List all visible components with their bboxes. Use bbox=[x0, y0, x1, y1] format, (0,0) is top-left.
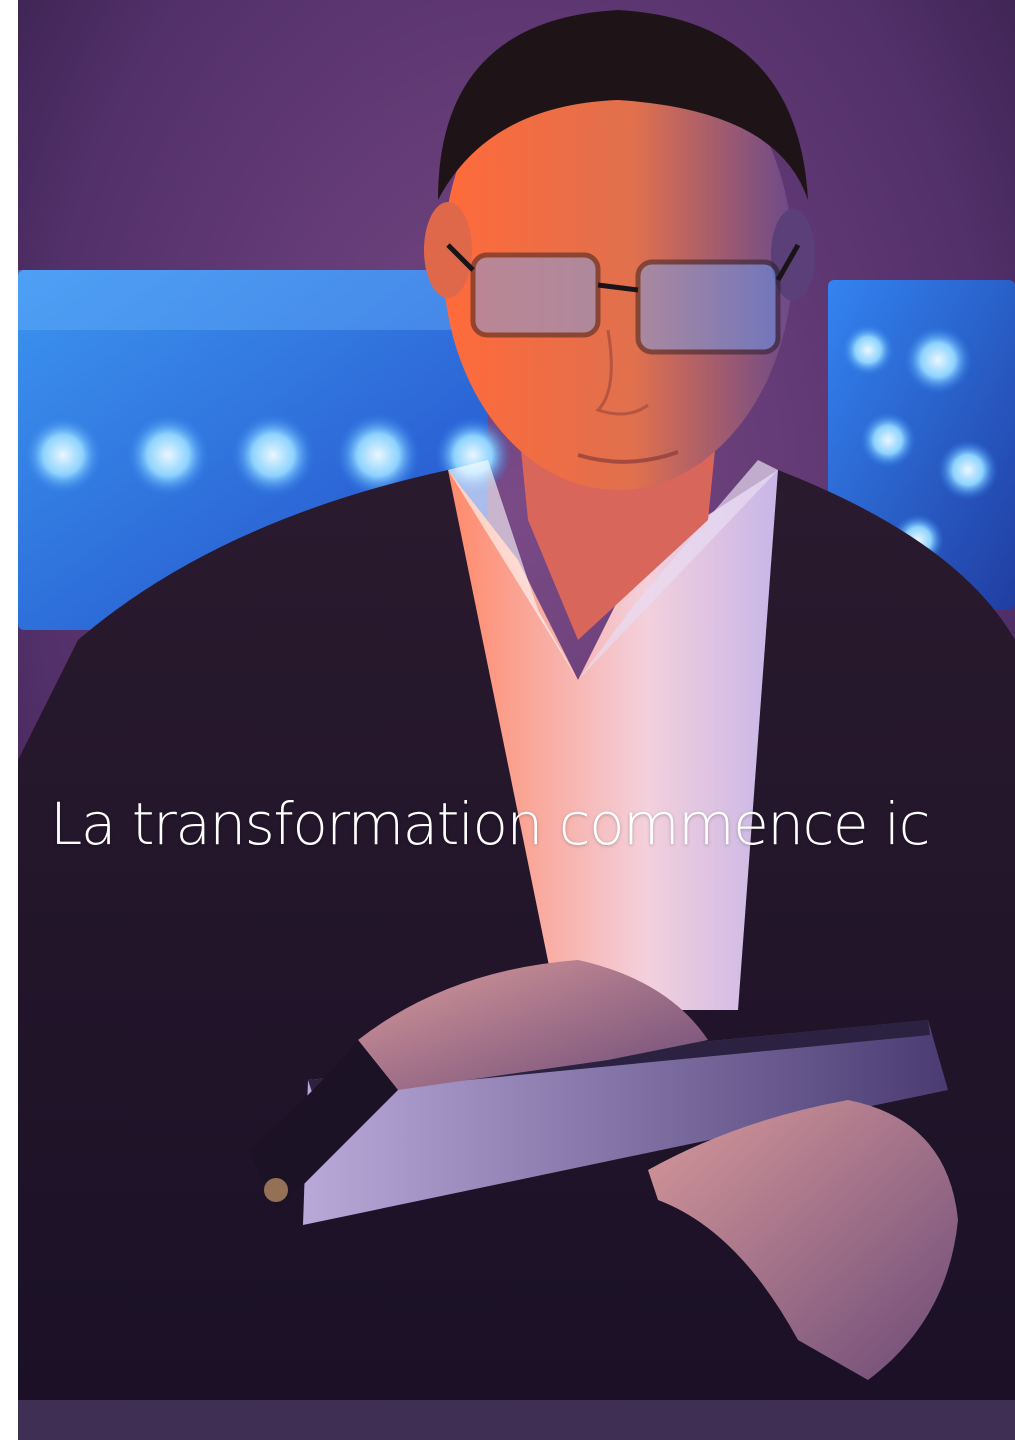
page: La transformation commence ic bbox=[0, 0, 1015, 1440]
hero-heading: La transformation commence ic bbox=[50, 790, 931, 858]
hero-photo bbox=[18, 0, 1015, 1440]
hero-banner: La transformation commence ic bbox=[18, 0, 1015, 1440]
